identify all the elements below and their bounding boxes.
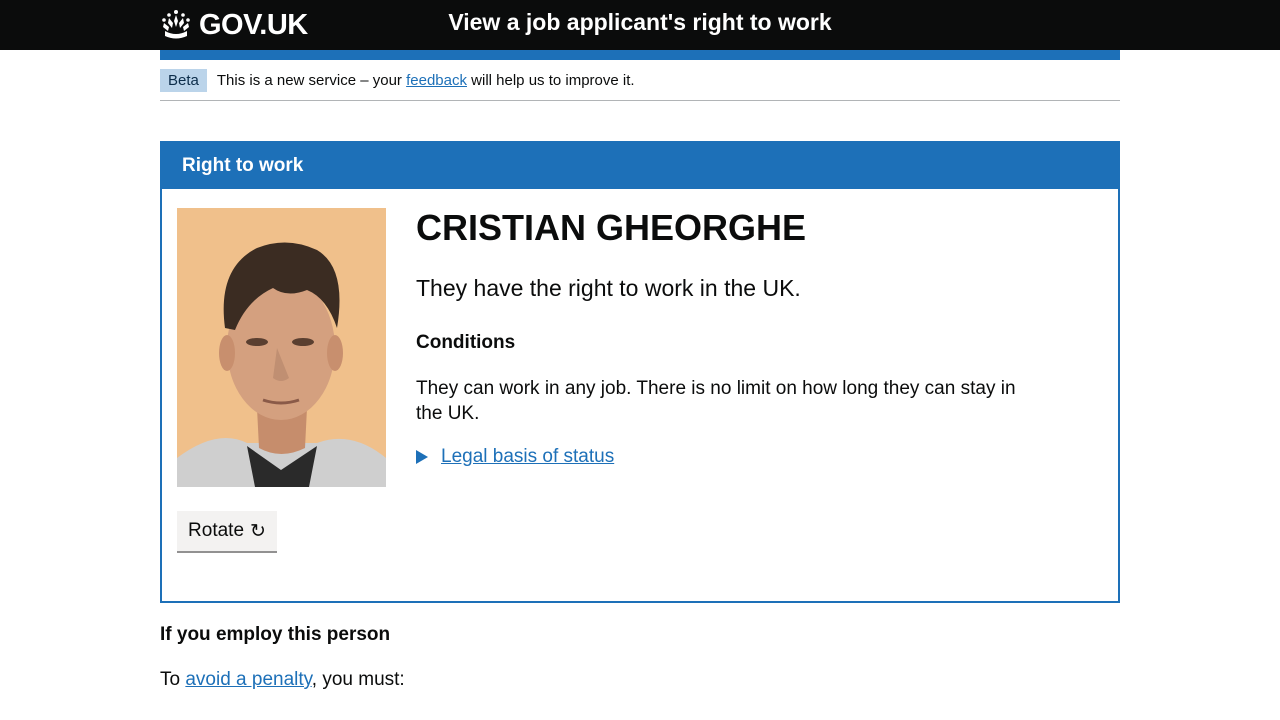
applicant-photo: [177, 208, 386, 487]
conditions-text: They can work in any job. There is no li…: [416, 378, 1016, 424]
conditions-heading: Conditions: [416, 332, 516, 353]
applicant-name: CRISTIAN GHEORGHE: [416, 207, 807, 248]
feedback-link[interactable]: feedback: [406, 72, 467, 89]
employ-text: To avoid a penalty, you must:: [160, 669, 405, 691]
beta-text: This is a new service – your feedback wi…: [217, 72, 635, 89]
legal-basis-details[interactable]: Legal basis of status: [416, 446, 1036, 468]
rotate-label: Rotate: [188, 520, 245, 541]
employ-text-before: To: [160, 669, 186, 690]
rotate-icon: ↻: [250, 520, 266, 542]
legal-basis-link[interactable]: Legal basis of status: [441, 446, 614, 468]
employ-heading: If you employ this person: [160, 624, 391, 645]
service-name[interactable]: View a job applicant's right to work: [0, 9, 1280, 36]
header-blue-stripe: [160, 50, 1120, 60]
panel-title: Right to work: [162, 143, 1118, 189]
phase-banner: Beta This is a new service – your feedba…: [160, 60, 1120, 101]
site-header: GOV.UK View a job applicant's right to w…: [0, 0, 1280, 50]
triangle-right-icon: [416, 450, 428, 464]
employ-text-after: , you must:: [311, 669, 405, 690]
work-status: They have the right to work in the UK.: [416, 275, 801, 301]
beta-text-after: will help us to improve it.: [467, 71, 635, 89]
beta-tag: Beta: [160, 68, 207, 92]
avoid-penalty-link[interactable]: avoid a penalty: [185, 669, 311, 690]
right-to-work-panel: Right to work Rotate ↻ CRISTIAN GHEORGHE…: [160, 141, 1120, 603]
rotate-button[interactable]: Rotate ↻: [177, 511, 277, 551]
applicant-details: CRISTIAN GHEORGHE They have the right to…: [416, 208, 1036, 468]
beta-text-before: This is a new service – your: [216, 71, 407, 89]
